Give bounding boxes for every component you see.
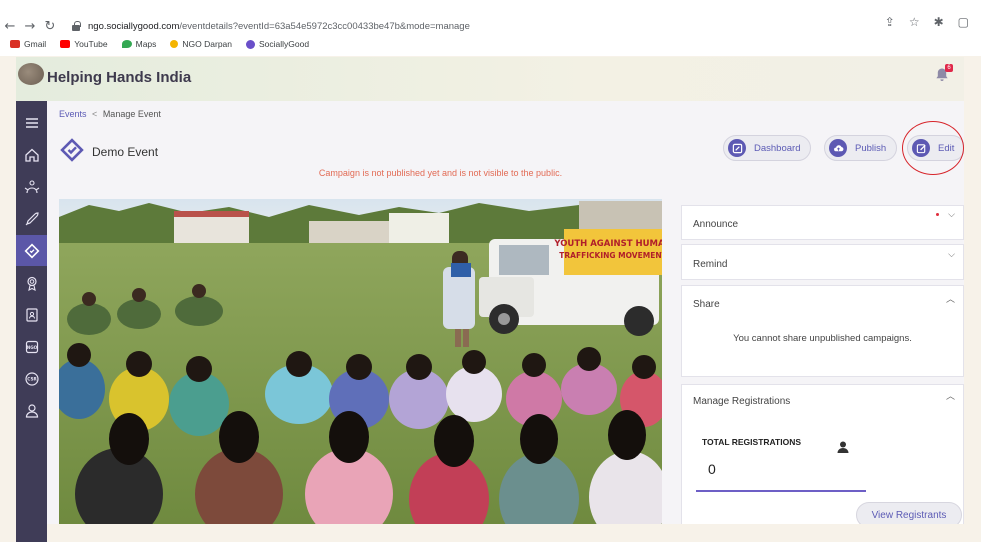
home-icon <box>24 148 39 162</box>
breadcrumb: Events < Manage Event <box>59 109 161 119</box>
total-registrations-label: TOTAL REGISTRATIONS <box>702 437 802 447</box>
remind-panel[interactable]: Remind ⌵ <box>681 244 964 280</box>
dashboard-icon <box>728 139 746 157</box>
users-icon <box>25 403 38 418</box>
view-registrants-button[interactable]: View Registrants <box>856 502 962 524</box>
total-registrations-value: 0 <box>708 461 716 477</box>
share-title: Share <box>693 299 720 310</box>
youtube-icon <box>60 40 71 48</box>
chevron-down-icon[interactable]: ⌵ <box>948 210 955 220</box>
publish-button[interactable]: Publish <box>824 135 898 161</box>
sidebar-item-ngo[interactable]: NGO <box>16 331 47 362</box>
reload-icon[interactable]: ↻ <box>40 19 60 34</box>
org-name: Helping Hands India <box>47 69 192 86</box>
publish-button-label: Publish <box>855 142 887 154</box>
url-field[interactable]: ngo.sociallygood.com /eventdetails?event… <box>70 20 470 32</box>
gmail-icon <box>10 40 20 48</box>
dashboard-button-label: Dashboard <box>754 142 801 154</box>
registrations-panel: Manage Registrations ︿ TOTAL REGISTRATIO… <box>681 384 964 524</box>
contact-book-icon <box>25 307 38 322</box>
forward-icon[interactable]: → <box>20 19 40 34</box>
announce-title: Announce <box>693 219 739 230</box>
maps-icon <box>121 40 132 48</box>
rocket-icon <box>25 211 39 225</box>
sidebar-item-users[interactable] <box>16 395 47 426</box>
bookmark-star-icon[interactable]: ☆ <box>909 15 920 29</box>
notification-badge: 6 <box>945 64 953 72</box>
sidebar-item-home[interactable] <box>16 139 47 170</box>
sidebar-item-awards[interactable] <box>16 267 47 298</box>
chevron-down-icon[interactable]: ⌵ <box>948 250 955 260</box>
csr-icon: CSR <box>24 371 39 386</box>
badge-icon <box>26 276 37 291</box>
browser-actions: ⇪ ☆ ✱ ▢ <box>885 15 969 29</box>
chevron-up-icon[interactable]: ︿ <box>946 389 955 402</box>
sidebar-item-csr[interactable]: CSR <box>16 363 47 394</box>
lock-icon <box>70 20 82 32</box>
app-header: Helping Hands India 6 <box>16 57 964 101</box>
event-title: Demo Event <box>92 145 159 159</box>
ngo-darpan-icon <box>170 40 179 48</box>
bookmark-sociallygood[interactable]: SociallyGood <box>246 39 309 49</box>
banner-text-line-2: TRAFFICKING MOVEMENT <box>559 251 662 260</box>
url-path: /eventdetails?eventId=63a54e5972c3cc0043… <box>179 20 470 32</box>
person-icon <box>837 441 849 453</box>
hamburger-icon <box>25 117 38 128</box>
main-content: Events < Manage Event Demo Event Campaig… <box>47 101 964 524</box>
menu-toggle[interactable] <box>16 107 47 138</box>
registrations-title: Manage Registrations <box>693 396 791 407</box>
share-panel: Share ︿ You cannot share unpublished cam… <box>681 285 964 377</box>
notifications-button[interactable]: 6 <box>934 64 953 85</box>
bookmark-youtube[interactable]: YouTube <box>60 39 108 49</box>
bookmark-ngo-darpan[interactable]: NGO Darpan <box>170 39 232 49</box>
events-diamond-icon <box>24 243 39 258</box>
org-logo <box>18 63 44 85</box>
svg-text:NGO: NGO <box>26 344 37 349</box>
bookmark-gmail[interactable]: Gmail <box>10 39 46 49</box>
extensions-icon[interactable]: ✱ <box>934 15 944 29</box>
breadcrumb-current: Manage Event <box>102 109 161 119</box>
browser-chrome: ← → ↻ ngo.sociallygood.com /eventdetails… <box>0 0 981 56</box>
dashboard-button[interactable]: Dashboard <box>723 135 812 161</box>
unpublished-warning: Campaign is not published yet and is not… <box>318 168 563 178</box>
registrations-underline <box>696 490 866 492</box>
announce-panel[interactable]: Announce ⌵ <box>681 205 964 240</box>
sidebar-item-volunteers[interactable] <box>16 171 47 202</box>
share-message: You cannot share unpublished campaigns. <box>733 333 912 344</box>
event-photo-image: YOUTH AGAINST HUMAN TRAFFICKING MOVEMENT <box>59 199 662 524</box>
event-diamond-icon <box>60 138 84 162</box>
share-page-icon[interactable]: ⇪ <box>885 15 895 29</box>
window-icon[interactable]: ▢ <box>958 15 969 29</box>
sidebar: NGO CSR <box>16 101 47 542</box>
bookmarks-bar: Gmail YouTube Maps NGO Darpan SociallyGo… <box>10 39 309 49</box>
edit-highlight-ring <box>902 121 964 175</box>
sidebar-item-events[interactable] <box>16 235 47 266</box>
svg-text:CSR: CSR <box>27 376 37 381</box>
sociallygood-icon <box>246 39 256 49</box>
banner-text-line-1: YOUTH AGAINST HUMAN <box>553 239 662 249</box>
remind-title: Remind <box>693 259 728 270</box>
chevron-up-icon[interactable]: ︿ <box>946 292 955 305</box>
announce-indicator-dot <box>936 213 939 216</box>
sidebar-item-contacts[interactable] <box>16 299 47 330</box>
bookmark-maps[interactable]: Maps <box>121 39 156 49</box>
sidebar-item-campaigns[interactable] <box>16 203 47 234</box>
hands-icon <box>24 179 39 193</box>
url-host: ngo.sociallygood.com <box>88 20 180 32</box>
back-icon[interactable]: ← <box>0 19 20 34</box>
breadcrumb-separator: < <box>92 109 98 119</box>
upload-cloud-icon <box>829 139 847 157</box>
breadcrumb-events-link[interactable]: Events <box>59 109 87 119</box>
ngo-icon: NGO <box>25 340 38 353</box>
event-photo: YOUTH AGAINST HUMAN TRAFFICKING MOVEMENT <box>59 199 662 524</box>
address-bar-row: ← → ↻ ngo.sociallygood.com /eventdetails… <box>0 15 981 37</box>
